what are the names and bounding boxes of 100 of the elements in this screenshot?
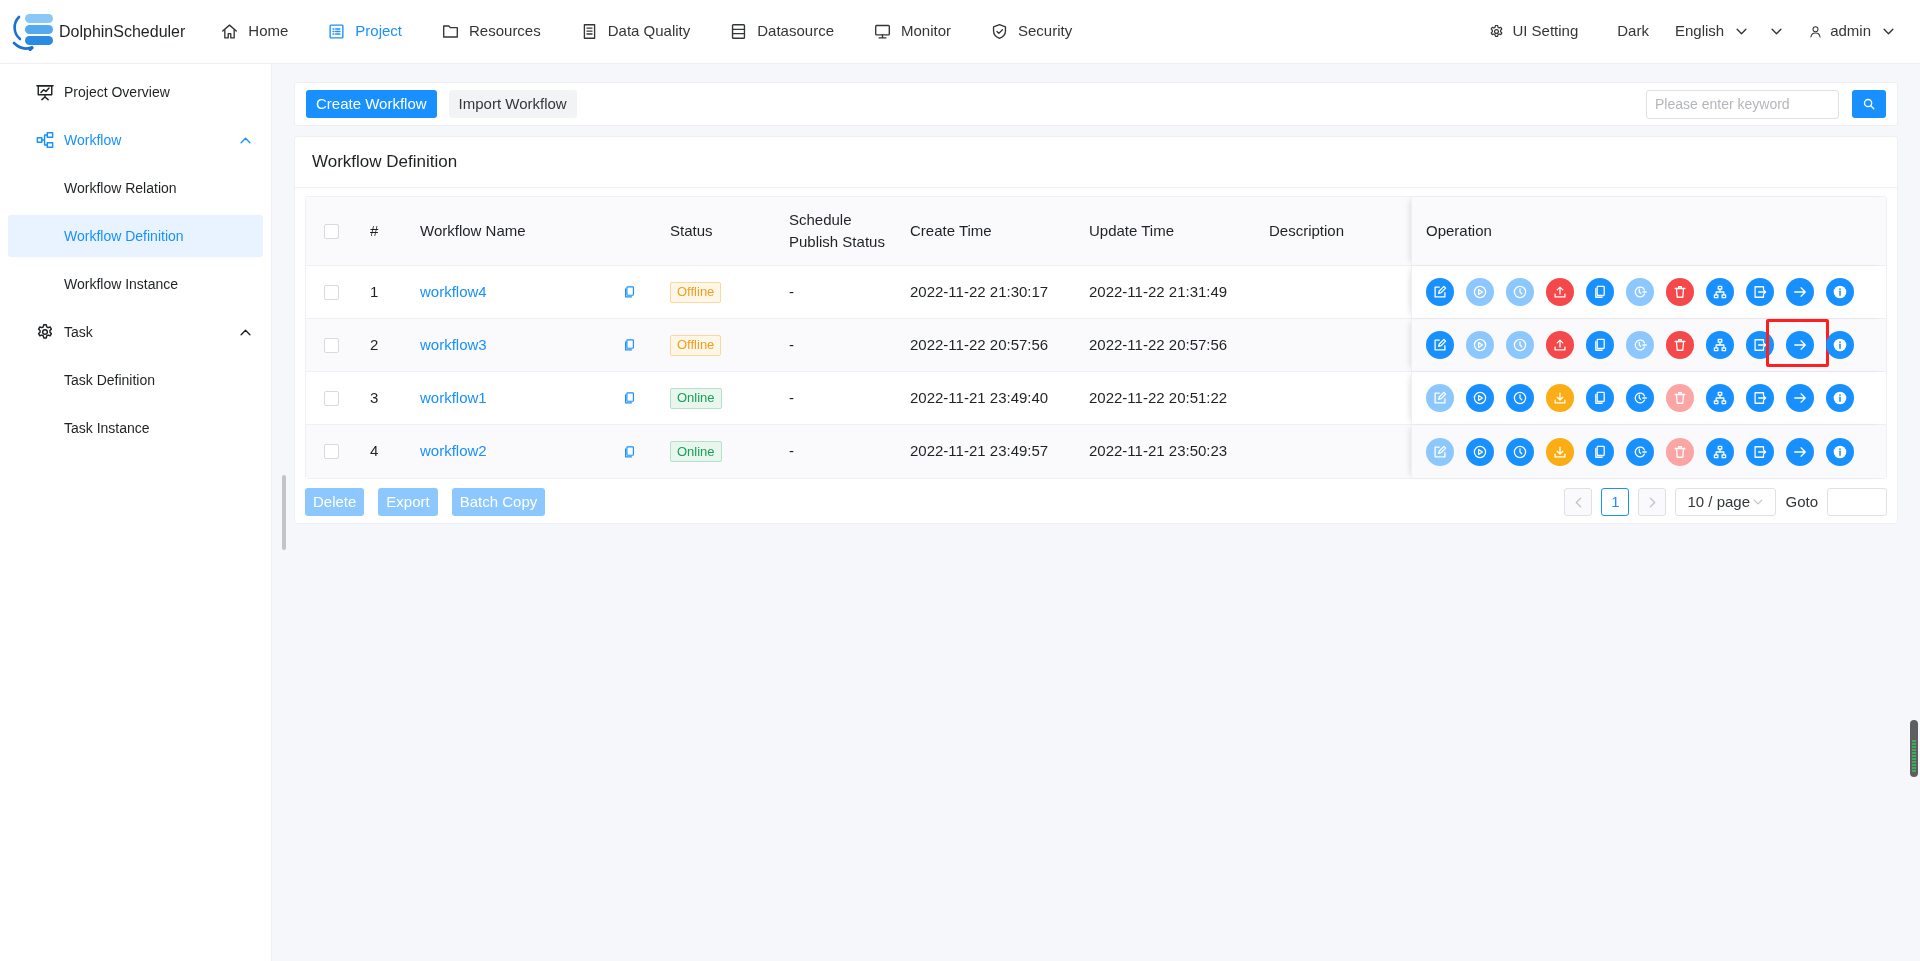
publish-button[interactable]	[1546, 278, 1574, 306]
nav-link[interactable]: Resources	[422, 0, 561, 63]
theme-button[interactable]: Dark	[1617, 20, 1649, 43]
info-button[interactable]	[1826, 331, 1854, 359]
page-size-select[interactable]: 10 / page	[1675, 488, 1777, 516]
tree-view-button[interactable]	[1706, 278, 1734, 306]
trash-icon	[1673, 285, 1687, 299]
sidebar-item[interactable]: Task Definition	[8, 359, 263, 401]
timing-button[interactable]	[1506, 437, 1534, 466]
nav-link[interactable]: Data Quality	[560, 0, 711, 63]
arrow-button[interactable]	[1786, 278, 1814, 306]
export-button[interactable]	[1746, 278, 1774, 306]
scrollbar-thumb[interactable]	[282, 475, 286, 550]
pencil-icon	[1433, 285, 1447, 299]
goto-field[interactable]	[1827, 488, 1887, 516]
sidebar-item[interactable]: Workflow Instance	[8, 263, 263, 305]
hierarchy-icon	[1713, 285, 1727, 299]
tree-view-button[interactable]	[1706, 331, 1734, 359]
search-button[interactable]	[1852, 90, 1886, 118]
table-cell-text: 2022-11-22 20:51:22	[1089, 387, 1228, 408]
copy-icon	[1593, 285, 1607, 299]
copy-icon[interactable]	[623, 444, 636, 459]
language-dropdown[interactable]: English	[1674, 20, 1748, 43]
chevron-down-icon[interactable]	[1771, 28, 1783, 35]
shield-check-icon	[991, 23, 1008, 40]
schedule-button[interactable]	[1626, 384, 1654, 412]
export-icon	[1753, 285, 1767, 299]
info-button[interactable]	[1826, 437, 1854, 466]
arrow-button[interactable]	[1786, 331, 1814, 359]
arrow-button[interactable]	[1786, 384, 1814, 412]
column-header: #	[370, 220, 379, 241]
arrow-button[interactable]	[1786, 437, 1814, 466]
status-tag: Offline	[670, 334, 722, 356]
checkbox[interactable]	[323, 444, 339, 459]
settings-icon	[1489, 24, 1505, 39]
sidebar-item[interactable]: Task Instance	[8, 407, 263, 449]
table-cell-text: -	[789, 334, 794, 355]
tree-view-button[interactable]	[1706, 384, 1734, 412]
sidebar-item[interactable]: Workflow Relation	[8, 167, 263, 209]
tree-view-button[interactable]	[1706, 437, 1734, 466]
table-cell-text: 2022-11-22 21:31:49	[1089, 281, 1228, 302]
ui-setting-button[interactable]: UI Setting	[1489, 20, 1579, 43]
info-icon	[1833, 338, 1847, 352]
goto-label: Goto	[1785, 491, 1818, 512]
info-icon	[1833, 285, 1847, 299]
offline-button[interactable]	[1546, 384, 1574, 412]
sidebar-group[interactable]: Task	[8, 311, 263, 353]
copy-button[interactable]	[1586, 278, 1614, 306]
info-button[interactable]	[1826, 278, 1854, 306]
hierarchy-icon	[1713, 444, 1727, 459]
pencil-icon	[1433, 338, 1447, 352]
table-cell-text: 2	[370, 334, 379, 355]
clock-arrow-icon	[1633, 285, 1647, 299]
checkbox[interactable]	[323, 337, 339, 353]
delete-button[interactable]	[1666, 331, 1694, 359]
download-icon	[1553, 444, 1567, 459]
chevron-down-icon	[1883, 28, 1894, 35]
export-button[interactable]	[1746, 437, 1774, 466]
chevron-down-icon	[1753, 499, 1764, 505]
publish-button[interactable]	[1546, 331, 1574, 359]
search-field[interactable]: Please enter keyword	[1646, 89, 1839, 119]
table-cell-text: 2022-11-22 21:30:17	[910, 281, 1049, 302]
info-button[interactable]	[1826, 384, 1854, 412]
sidebar-item[interactable]: Project Overview	[8, 71, 263, 113]
table-cell-text: 4	[370, 441, 379, 462]
export-button[interactable]	[1746, 384, 1774, 412]
info-icon	[1833, 444, 1847, 459]
chevron-up-icon	[240, 328, 251, 336]
import-button[interactable]: Import Workflow	[448, 90, 577, 118]
copy-button[interactable]	[1586, 437, 1614, 466]
checkbox[interactable]	[323, 223, 339, 239]
offline-button[interactable]	[1546, 437, 1574, 466]
table-cell-text: -	[789, 281, 794, 302]
copy-icon[interactable]	[623, 338, 636, 352]
copy-icon[interactable]	[623, 285, 636, 299]
column-header: Update Time	[1089, 220, 1175, 241]
server-icon	[730, 23, 748, 40]
edit-button[interactable]	[1426, 278, 1454, 306]
schedule-button[interactable]	[1626, 437, 1654, 466]
copy-icon[interactable]	[623, 391, 636, 405]
edit-button[interactable]	[1426, 331, 1454, 359]
user-menu-button[interactable]: admin	[1809, 20, 1894, 43]
checkbox[interactable]	[323, 284, 339, 300]
copy-button[interactable]	[1586, 384, 1614, 412]
checkbox[interactable]	[323, 390, 339, 406]
copy-button[interactable]	[1586, 331, 1614, 359]
nav-link[interactable]: Monitor	[854, 0, 971, 63]
play-icon	[1473, 285, 1487, 299]
start-button[interactable]	[1466, 384, 1494, 412]
start-button[interactable]	[1466, 437, 1494, 466]
panel-title: Workflow Definition	[312, 151, 458, 174]
nav-link[interactable]: Datasource	[710, 0, 854, 63]
nav-link[interactable]: Security	[971, 0, 1093, 63]
timing-button[interactable]	[1506, 384, 1534, 412]
nav-link[interactable]: Home	[201, 0, 309, 63]
export-icon	[1753, 391, 1767, 405]
delete-button[interactable]	[1666, 278, 1694, 306]
export-icon	[1753, 444, 1767, 459]
clock-arrow-icon	[1633, 444, 1647, 459]
column-header: Description	[1269, 220, 1345, 241]
